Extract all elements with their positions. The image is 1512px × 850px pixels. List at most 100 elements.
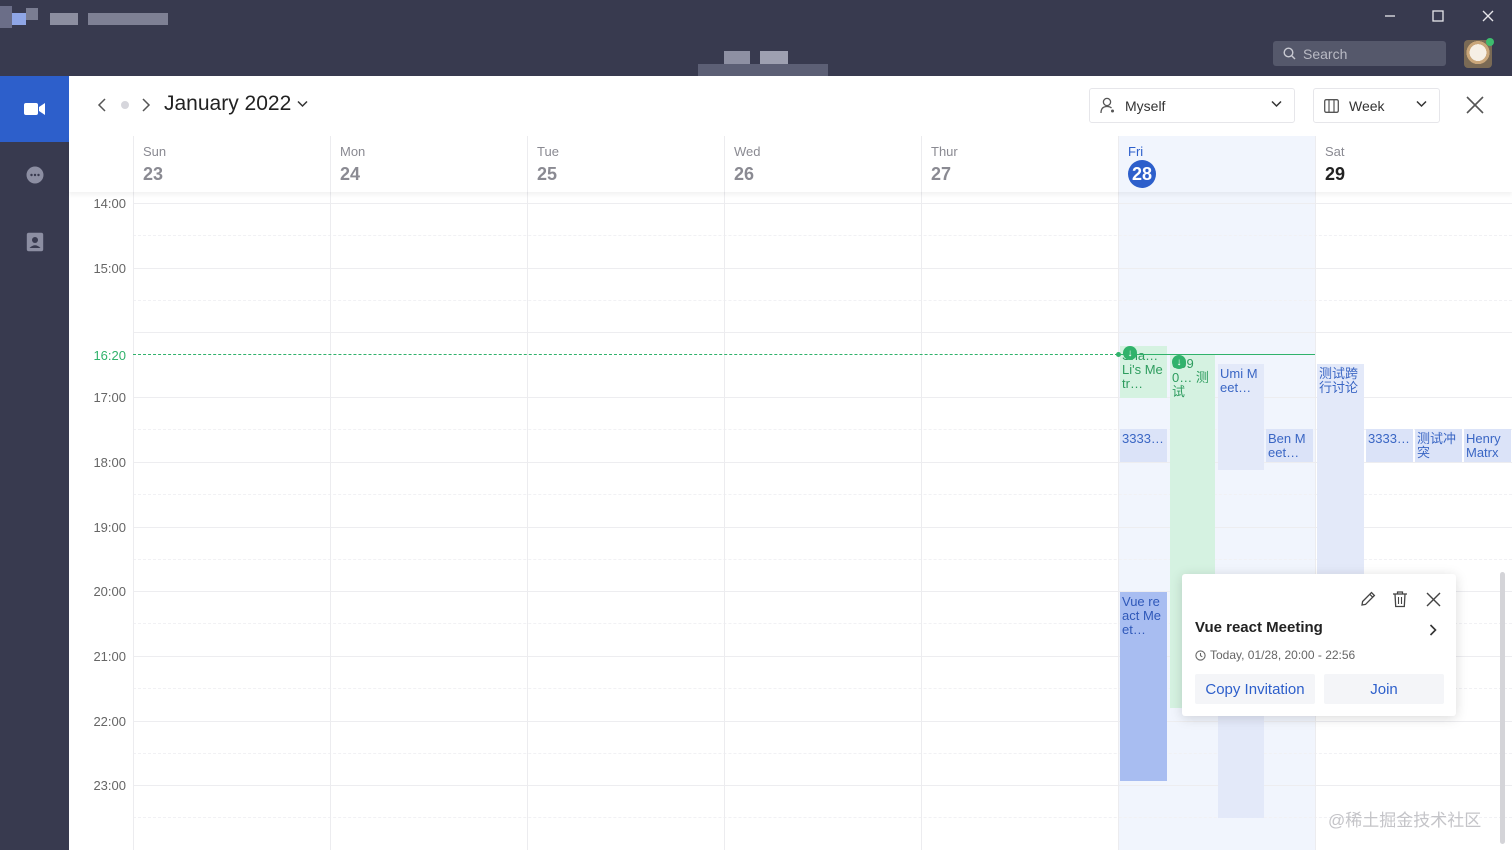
event-henry-matrx[interactable]: Henry Matrx	[1464, 429, 1511, 462]
day-header-wed[interactable]: Wed 26	[724, 136, 921, 192]
event-3333[interactable]: 3333…	[1120, 429, 1167, 462]
hour-line	[133, 721, 1512, 722]
search-icon	[1283, 47, 1296, 60]
day-name: Wed	[734, 144, 761, 159]
day-header-mon[interactable]: Mon 24	[330, 136, 527, 192]
delete-event-button[interactable]	[1389, 588, 1411, 610]
week-view-icon	[1324, 98, 1339, 113]
day-header-sat[interactable]: Sat 29	[1315, 136, 1512, 192]
day-header-sun[interactable]: Sun 23	[133, 136, 330, 192]
next-week-button[interactable]	[136, 95, 156, 115]
app-logo	[0, 6, 170, 28]
week-day-header: Sun 23 Mon 24 Tue 25 Wed 26 Thur 27 Fri …	[69, 136, 1512, 192]
day-header-thur[interactable]: Thur 27	[921, 136, 1118, 192]
rail-item-contacts[interactable]	[0, 209, 69, 275]
close-popover-button[interactable]	[1422, 588, 1444, 610]
hour-line	[133, 527, 1512, 528]
month-title: January 2022	[164, 92, 292, 115]
close-calendar-button[interactable]	[1462, 92, 1488, 118]
event-title: Vue react Meeting	[1195, 619, 1323, 636]
hour-line	[133, 268, 1512, 269]
time-label: 14:00	[93, 196, 126, 211]
event-title: Vue react Meet…	[1122, 594, 1162, 637]
day-column-line	[921, 192, 922, 850]
current-time-label: 16:20	[93, 348, 126, 363]
day-number: 24	[340, 164, 361, 184]
day-name: Fri	[1128, 144, 1144, 159]
event-title: 测试冲突	[1417, 431, 1457, 460]
day-column-line	[724, 192, 725, 850]
week-time-grid[interactable]: 14:00 15:00 16:20 17:00 18:00 19:00 20:0…	[69, 192, 1512, 850]
month-picker[interactable]: January 2022	[164, 92, 308, 116]
half-hour-line	[133, 300, 1512, 301]
rail-item-chat[interactable]	[0, 142, 69, 208]
day-name: Sun	[143, 144, 167, 159]
half-hour-line	[133, 559, 1512, 560]
join-meeting-button[interactable]: Join	[1324, 674, 1444, 704]
event-umi-meeting[interactable]: Umi Meet…	[1218, 364, 1264, 470]
owner-select[interactable]: Myself	[1089, 88, 1295, 123]
vertical-scrollbar[interactable]	[1500, 572, 1505, 844]
day-number: 29	[1325, 164, 1346, 184]
day-number-today: 28	[1128, 160, 1156, 188]
video-camera-icon	[23, 103, 45, 115]
hour-line	[133, 397, 1512, 398]
rail-item-meetings[interactable]	[0, 76, 69, 142]
title-bar	[0, 0, 1512, 78]
hour-line	[133, 332, 1512, 333]
event-detail-popover: Vue react Meeting Today, 01/28, 20:00 - …	[1182, 574, 1456, 716]
event-3333-sat[interactable]: 3333…	[1366, 429, 1413, 462]
half-hour-line	[133, 817, 1512, 818]
day-name: Thur	[931, 144, 958, 159]
maximize-icon[interactable]	[1425, 5, 1451, 27]
event-title: Ben Meet…	[1268, 431, 1306, 460]
time-label: 15:00	[93, 261, 126, 276]
day-name: Sat	[1325, 144, 1345, 159]
time-label: 22:00	[93, 714, 126, 729]
day-header-fri[interactable]: Fri 28	[1118, 136, 1315, 192]
day-column-line	[330, 192, 331, 850]
owner-select-value: Myself	[1125, 97, 1166, 114]
event-vue-react-meeting[interactable]: Vue react Meet…	[1120, 592, 1167, 781]
view-select-value: Week	[1349, 97, 1385, 114]
chevron-down-icon	[297, 100, 308, 108]
event-ben-meeting[interactable]: Ben Meet…	[1266, 429, 1313, 462]
event-test-cross-line[interactable]: 测试跨行讨论	[1317, 364, 1364, 579]
previous-week-button[interactable]	[92, 95, 112, 115]
user-avatar[interactable]	[1464, 38, 1494, 68]
today-button[interactable]	[121, 101, 129, 109]
close-window-icon[interactable]	[1475, 5, 1501, 27]
time-label: 17:00	[93, 390, 126, 405]
event-test-conflict[interactable]: 测试冲突	[1415, 429, 1462, 462]
trash-icon	[1393, 591, 1407, 608]
day-column-line	[1118, 192, 1119, 850]
view-select[interactable]: Week	[1313, 88, 1440, 123]
time-label: 20:00	[93, 584, 126, 599]
day-column-line	[1315, 192, 1316, 850]
event-time: Today, 01/28, 20:00 - 22:56	[1210, 648, 1356, 662]
edit-event-button[interactable]	[1357, 588, 1379, 610]
live-meeting-icon: ↓	[1123, 346, 1137, 360]
event-time-row: Today, 01/28, 20:00 - 22:56	[1195, 648, 1355, 662]
live-meeting-icon: ↓	[1172, 355, 1186, 369]
day-number: 26	[734, 164, 755, 184]
day-header-tue[interactable]: Tue 25	[527, 136, 724, 192]
search-input[interactable]	[1303, 45, 1433, 62]
day-name: Tue	[537, 144, 559, 159]
day-column-line	[133, 192, 134, 850]
minimize-icon[interactable]	[1377, 5, 1403, 27]
event-title: Henry Matrx	[1466, 431, 1501, 460]
clock-icon	[1195, 649, 1206, 661]
event-details-button[interactable]	[1423, 621, 1443, 639]
time-label: 23:00	[93, 778, 126, 793]
event-title: 3333…	[1122, 431, 1164, 446]
close-icon	[1466, 96, 1484, 114]
close-icon	[1426, 592, 1440, 606]
watermark: @稀土掘金技术社区	[1328, 811, 1482, 830]
copy-invitation-button[interactable]: Copy Invitation	[1195, 674, 1315, 704]
chat-bubble-icon	[26, 166, 43, 184]
event-umi-meeting-continued[interactable]	[1218, 716, 1264, 818]
day-column-line	[527, 192, 528, 850]
current-time-line-today	[1118, 354, 1315, 355]
search-box[interactable]	[1273, 41, 1446, 66]
